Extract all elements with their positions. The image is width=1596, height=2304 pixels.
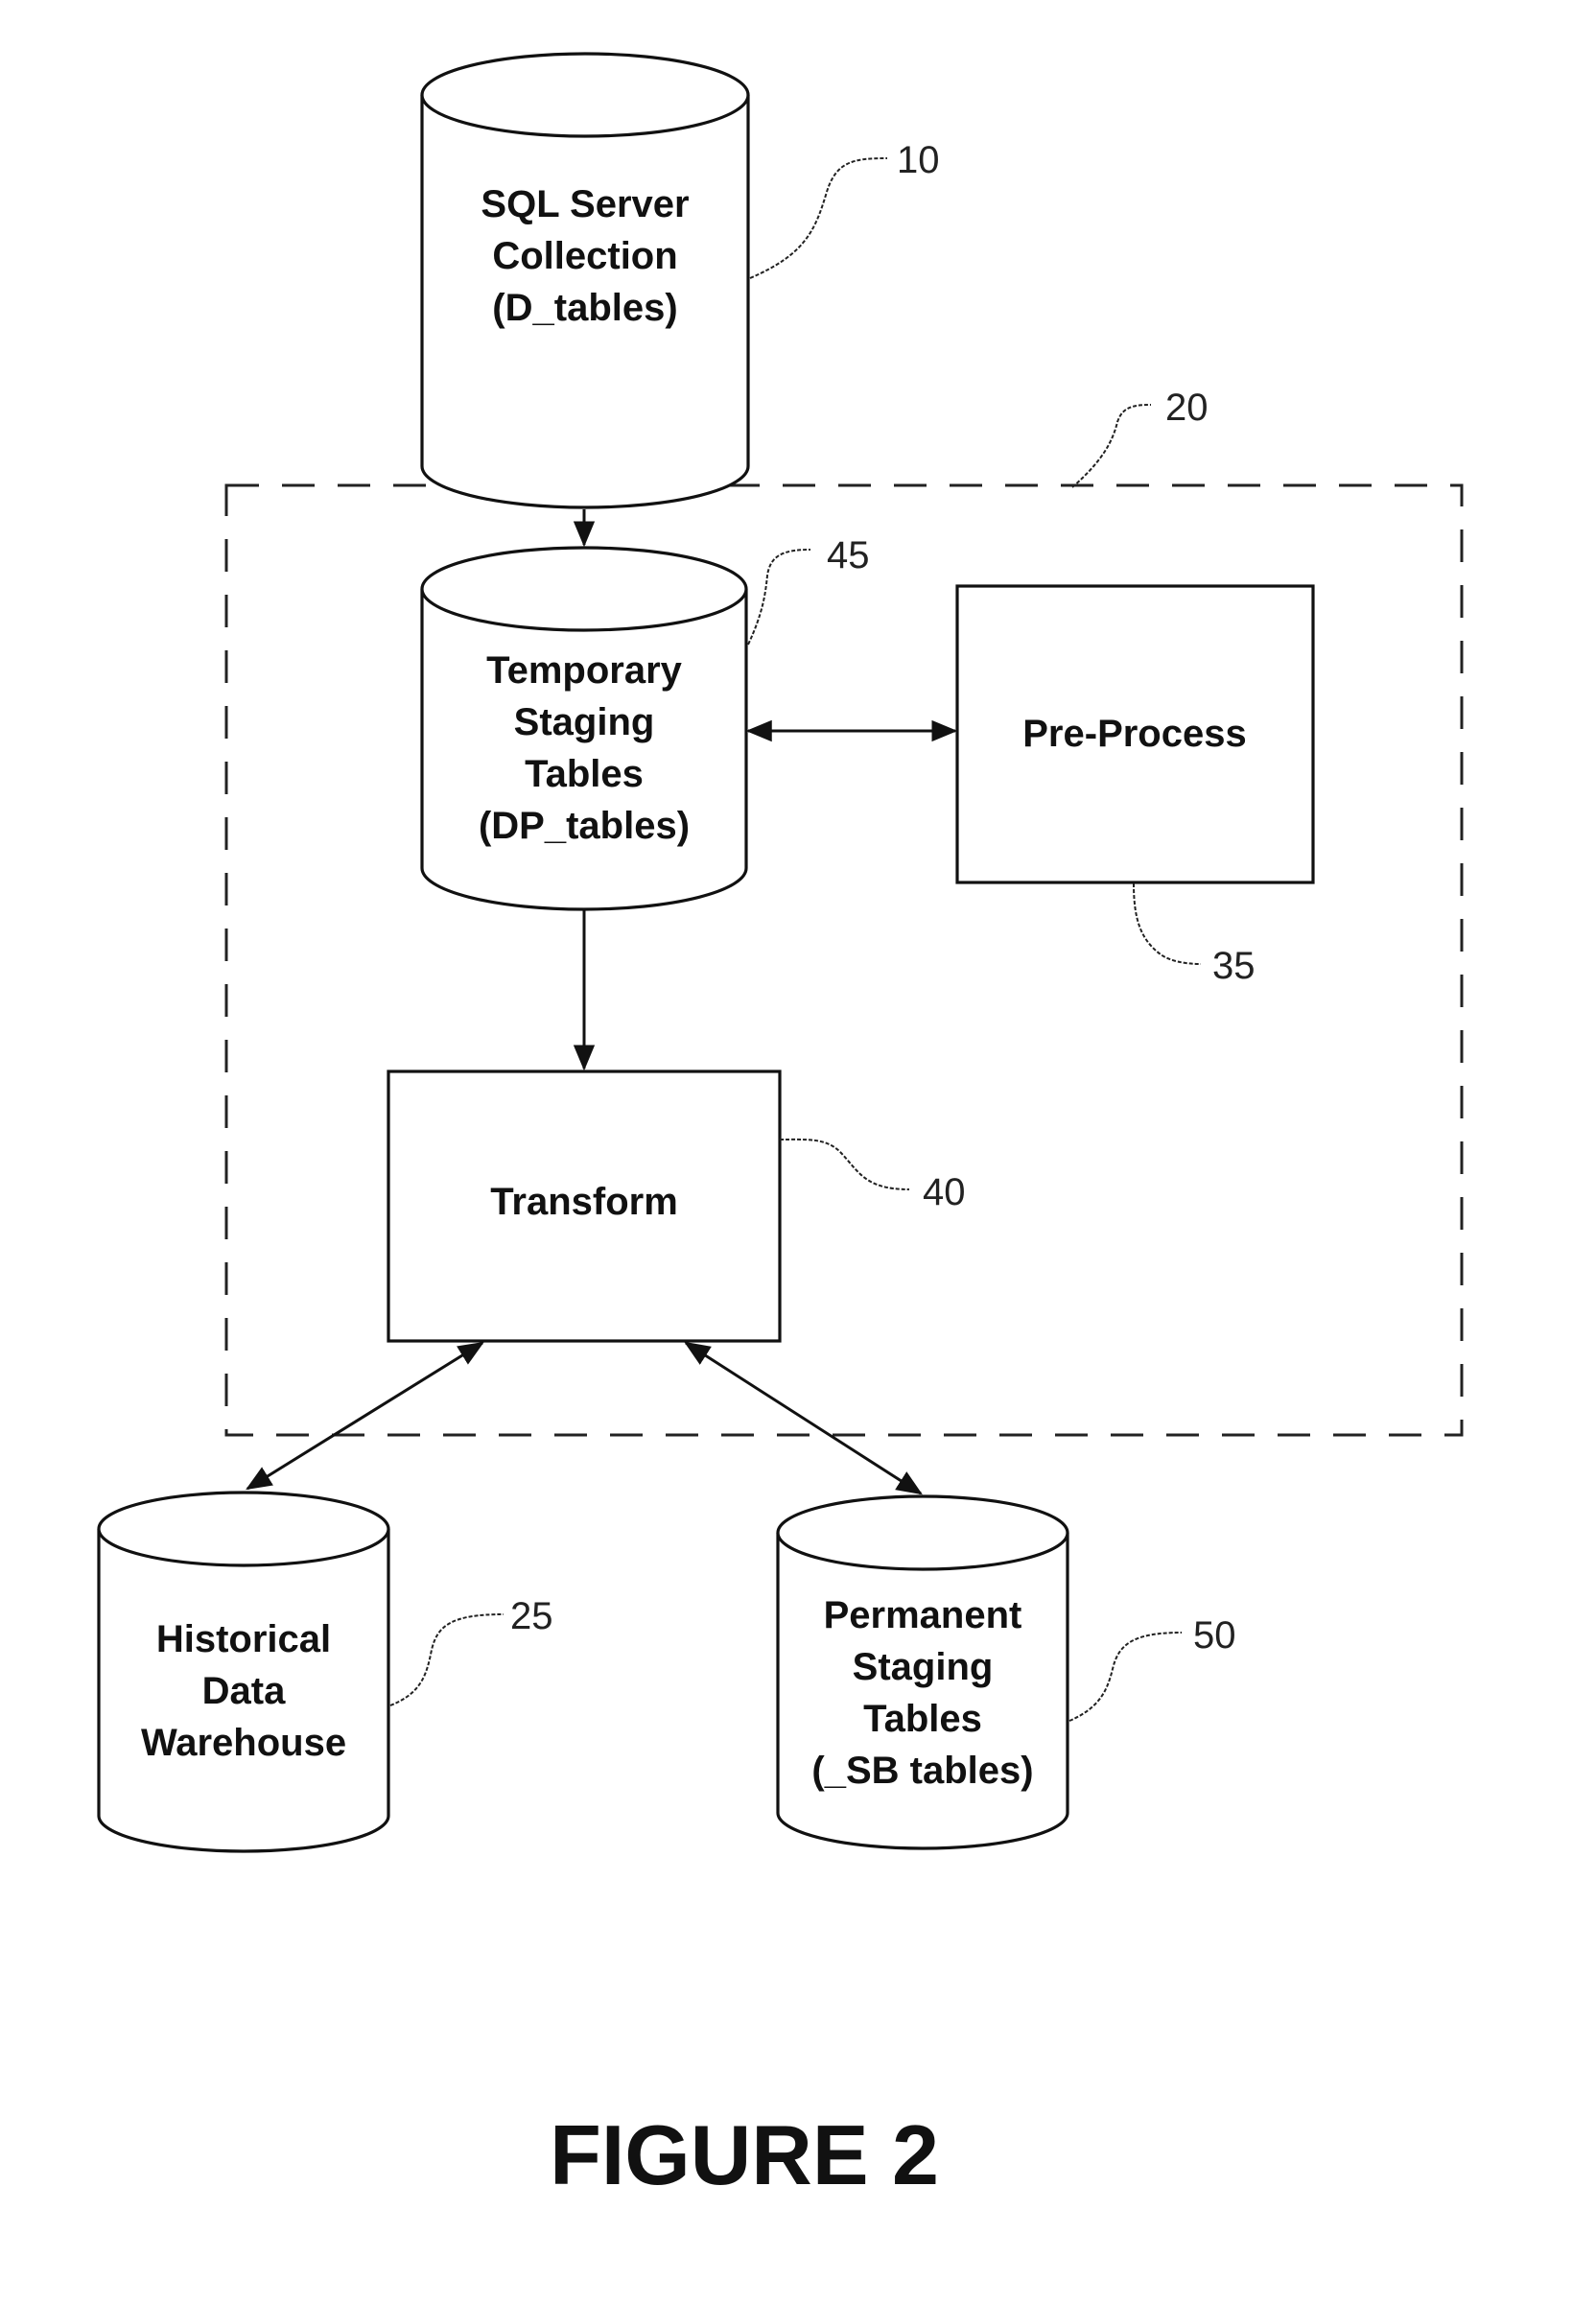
node-pre-process: Pre-Process bbox=[955, 584, 1315, 884]
node-label-line: SQL Server bbox=[481, 183, 689, 225]
node-label-line: (D_tables) bbox=[492, 287, 677, 329]
ref-number-40: 40 bbox=[923, 1171, 966, 1213]
figure-caption: FIGURE 2 bbox=[550, 2107, 939, 2202]
node-label-line: Warehouse bbox=[141, 1722, 346, 1764]
ref-number-25: 25 bbox=[510, 1595, 553, 1637]
edge-transform-historical bbox=[246, 1341, 484, 1491]
figure-diagram: SQL Server Collection (D_tables) Tempora… bbox=[97, 52, 1464, 2202]
cylinder-top bbox=[776, 1494, 1069, 1571]
cylinder-body bbox=[776, 1533, 1069, 1850]
leader-line-25 bbox=[389, 1613, 505, 1706]
node-label-line: (DP_tables) bbox=[479, 805, 690, 847]
node-temporary-staging-tables: Temporary Staging Tables (DP_tables) bbox=[420, 546, 748, 911]
leader-line-20 bbox=[1071, 404, 1152, 488]
ref-number-35: 35 bbox=[1212, 945, 1256, 987]
node-sql-server-collection: SQL Server Collection (D_tables) bbox=[420, 52, 750, 509]
leader-line-35 bbox=[1133, 882, 1202, 965]
cylinder-top bbox=[420, 52, 750, 138]
node-label-line: Permanent bbox=[824, 1594, 1022, 1636]
ref-number-50: 50 bbox=[1193, 1614, 1236, 1657]
node-label-line: Pre-Process bbox=[1022, 713, 1246, 755]
node-label-line: Temporary bbox=[486, 649, 683, 692]
cylinder-top bbox=[420, 546, 748, 632]
ref-number-20: 20 bbox=[1165, 387, 1209, 429]
leader-line-50 bbox=[1068, 1632, 1183, 1722]
node-label-line: Collection bbox=[492, 235, 677, 277]
edge-transform-permanent bbox=[684, 1341, 923, 1495]
leader-line-45 bbox=[747, 549, 811, 646]
node-label-line: Historical bbox=[156, 1618, 331, 1660]
node-label-line: Data bbox=[202, 1670, 286, 1712]
node-historical-data-warehouse: Historical Data Warehouse bbox=[97, 1491, 390, 1853]
node-label-line: Tables bbox=[863, 1698, 982, 1740]
node-label-line: Staging bbox=[853, 1646, 994, 1688]
node-permanent-staging-tables: Permanent Staging Tables (_SB tables) bbox=[776, 1494, 1069, 1850]
cylinder-body bbox=[420, 589, 748, 911]
node-transform: Transform bbox=[387, 1070, 782, 1343]
ref-number-45: 45 bbox=[827, 534, 870, 576]
node-label-line: Staging bbox=[514, 701, 655, 743]
node-label-line: Transform bbox=[490, 1181, 678, 1223]
cylinder-top bbox=[97, 1491, 390, 1567]
leader-line-40 bbox=[779, 1138, 910, 1190]
leader-line-10 bbox=[749, 157, 888, 279]
node-label-line: (_SB tables) bbox=[811, 1750, 1033, 1792]
node-label-line: Tables bbox=[525, 753, 644, 795]
ref-number-10: 10 bbox=[897, 139, 940, 181]
